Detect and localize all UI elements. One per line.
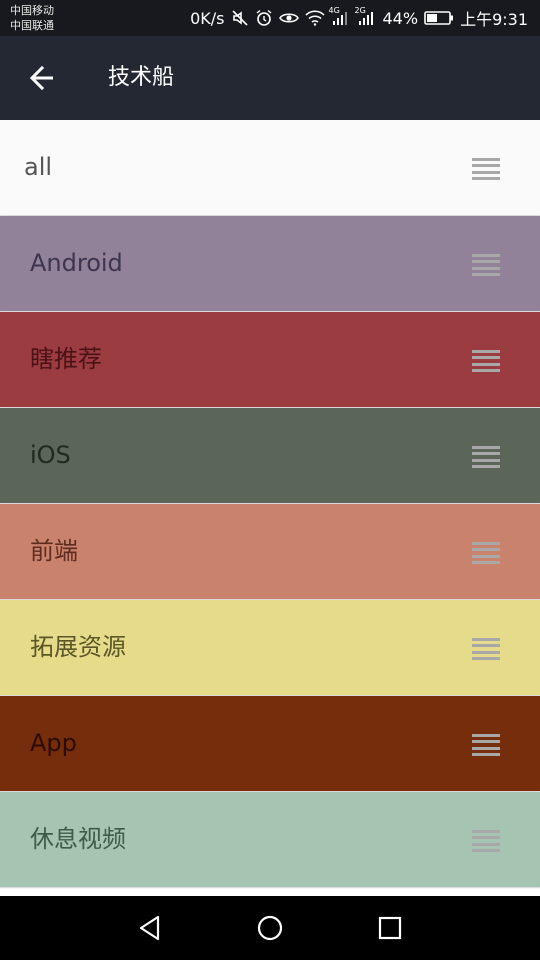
nav-recents-button[interactable]: [370, 908, 410, 948]
arrow-left-icon: [29, 65, 53, 91]
toolbar: 技术船: [0, 36, 540, 120]
channel-label: 前端: [30, 537, 78, 565]
carrier-2: 中国联通: [10, 19, 54, 32]
carrier-info: 中国移动 中国联通: [10, 3, 54, 33]
nav-home-button[interactable]: [250, 908, 290, 948]
network-speed: 0K/s: [190, 8, 225, 28]
channel-row-resources[interactable]: 拓展资源: [0, 600, 540, 695]
drag-handle-icon[interactable]: [472, 734, 500, 756]
status-icons: 0K/s 4G 2G 44% 上午9:31: [190, 0, 528, 36]
alarm-icon: [255, 9, 273, 27]
signal-4g-label: 4G: [328, 6, 340, 15]
channel-row-videos[interactable]: 休息视频: [0, 792, 540, 887]
back-button[interactable]: [22, 58, 62, 98]
drag-handle-icon[interactable]: [472, 830, 500, 852]
channel-label: Android: [30, 249, 123, 277]
signal-2g-label: 2G: [354, 6, 366, 15]
wifi-icon: [304, 10, 325, 26]
drag-handle-icon[interactable]: [472, 158, 500, 180]
channel-label: all: [24, 153, 53, 181]
battery-percent: 44%: [382, 8, 419, 28]
drag-handle-icon[interactable]: [472, 542, 500, 564]
channel-label: App: [30, 729, 77, 757]
status-bar: 中国移动 中国联通 0K/s 4G 2G 44% 上午9:31: [0, 0, 540, 36]
system-nav-bar: [0, 896, 540, 960]
battery-icon: [424, 10, 454, 26]
channel-row-frontend[interactable]: 前端: [0, 504, 540, 599]
signal-2g-icon: 2G: [355, 6, 377, 26]
channel-label: 拓展资源: [30, 633, 126, 661]
channel-list: all Android 瞎推荐 iOS 前端 拓展资源 App 休息视频: [0, 120, 540, 888]
channel-row-android[interactable]: Android: [0, 216, 540, 311]
page-title: 技术船: [108, 65, 175, 90]
triangle-back-icon: [139, 915, 160, 941]
channel-label: iOS: [30, 441, 71, 469]
channel-row-recommend[interactable]: 瞎推荐: [0, 312, 540, 407]
carrier-1: 中国移动: [10, 4, 54, 17]
mute-icon: [231, 9, 249, 27]
drag-handle-icon[interactable]: [472, 638, 500, 660]
nav-back-button[interactable]: [130, 908, 170, 948]
eye-icon: [278, 10, 299, 26]
circle-home-icon: [257, 915, 283, 941]
channel-row-ios[interactable]: iOS: [0, 408, 540, 503]
drag-handle-icon[interactable]: [472, 446, 500, 468]
square-recents-icon: [378, 916, 402, 940]
channel-row-all[interactable]: all: [0, 120, 540, 215]
drag-handle-icon[interactable]: [472, 254, 500, 276]
channel-row-app[interactable]: App: [0, 696, 540, 791]
signal-4g-icon: 4G: [329, 6, 351, 26]
drag-handle-icon[interactable]: [472, 350, 500, 372]
clock: 上午9:31: [460, 10, 528, 29]
channel-label: 瞎推荐: [30, 345, 102, 373]
channel-label: 休息视频: [30, 825, 126, 853]
